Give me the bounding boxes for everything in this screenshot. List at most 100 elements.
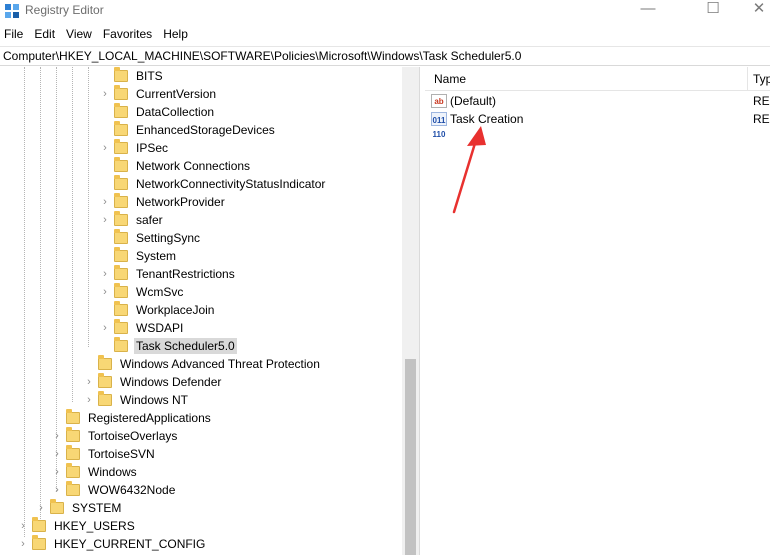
- chevron-right-icon: [100, 337, 110, 355]
- tree-item[interactable]: › WcmSvc: [100, 283, 185, 301]
- folder-icon: [114, 67, 128, 82]
- tree-item[interactable]: › NetworkProvider: [100, 193, 227, 211]
- chevron-right-icon[interactable]: ›: [100, 211, 110, 229]
- tree-item[interactable]: › TortoiseOverlays: [52, 427, 179, 445]
- value-row-task-creation[interactable]: 011 110 Task Creation: [431, 110, 524, 139]
- tree-item-label: WcmSvc: [136, 285, 184, 299]
- column-separator[interactable]: [747, 67, 748, 91]
- chevron-right-icon: [100, 121, 110, 139]
- values-list-pane[interactable]: Name Typ ab (Default) REG 011110 Task Cr…: [425, 67, 770, 555]
- tree-item[interactable]: WorkplaceJoin: [100, 301, 216, 319]
- chevron-right-icon[interactable]: ›: [100, 193, 110, 211]
- key-tree-pane[interactable]: BITS › CurrentVersion DataCollection Enhance…: [0, 67, 420, 555]
- menu-bar: File Edit View Favorites Help: [0, 25, 770, 45]
- tree-item[interactable]: System: [100, 247, 178, 265]
- minimize-button[interactable]: —: [625, 0, 671, 22]
- chevron-right-icon: [100, 247, 110, 265]
- folder-icon: [66, 409, 80, 424]
- menu-file[interactable]: File: [0, 25, 30, 45]
- tree-item-label: BITS: [136, 69, 163, 83]
- chevron-right-icon[interactable]: ›: [18, 535, 28, 553]
- folder-icon: [114, 265, 128, 280]
- value-name: (Default): [450, 94, 497, 108]
- chevron-right-icon: [100, 67, 110, 85]
- close-button[interactable]: ✕: [736, 0, 770, 22]
- chevron-right-icon[interactable]: ›: [18, 517, 28, 535]
- registry-editor-icon: [5, 4, 19, 18]
- chevron-right-icon: [52, 409, 62, 427]
- tree-item-label: NetworkConnectivityStatusIndicator: [136, 177, 326, 191]
- value-type: REG: [753, 94, 770, 108]
- value-name: Task Creation: [450, 112, 524, 126]
- chevron-right-icon[interactable]: ›: [100, 265, 110, 283]
- folder-icon: [32, 517, 46, 532]
- tree-item-label: HKEY_USERS: [54, 519, 135, 533]
- tree-item[interactable]: › HKEY_USERS: [18, 517, 137, 535]
- tree-item[interactable]: › WSDAPI: [100, 319, 185, 337]
- tree-scrollbar-thumb[interactable]: [405, 359, 416, 555]
- chevron-right-icon: [100, 301, 110, 319]
- menu-help[interactable]: Help: [159, 25, 195, 45]
- tree-item[interactable]: EnhancedStorageDevices: [100, 121, 277, 139]
- menu-favorites[interactable]: Favorites: [99, 25, 159, 45]
- chevron-right-icon[interactable]: ›: [100, 139, 110, 157]
- tree-item-label: HKEY_CURRENT_CONFIG: [54, 537, 206, 551]
- chevron-right-icon[interactable]: ›: [36, 499, 46, 517]
- folder-icon: [114, 175, 128, 190]
- tree-item[interactable]: BITS: [100, 67, 165, 85]
- tree-item-label: NetworkProvider: [136, 195, 225, 209]
- tree-item[interactable]: RegisteredApplications: [52, 409, 213, 427]
- chevron-right-icon: [100, 157, 110, 175]
- maximize-button[interactable]: ☐: [690, 0, 736, 22]
- tree-item[interactable]: › TortoiseSVN: [52, 445, 157, 463]
- pane-splitter[interactable]: [420, 67, 424, 555]
- tree-item-label: WSDAPI: [136, 321, 184, 335]
- tree-item[interactable]: › IPSec: [100, 139, 170, 157]
- column-header-type[interactable]: Typ: [753, 72, 770, 86]
- tree-item[interactable]: › CurrentVersion: [100, 85, 218, 103]
- tree-item[interactable]: Windows Advanced Threat Protection: [84, 355, 322, 373]
- chevron-right-icon[interactable]: ›: [52, 445, 62, 463]
- tree-item[interactable]: Network Connections: [100, 157, 252, 175]
- tree-item[interactable]: Task Scheduler5.0: [100, 337, 237, 355]
- menu-view[interactable]: View: [62, 25, 99, 45]
- chevron-right-icon[interactable]: ›: [52, 481, 62, 499]
- tree-item[interactable]: › Windows: [52, 463, 139, 481]
- tree-item-label: TortoiseOverlays: [88, 429, 178, 443]
- tree-item[interactable]: › HKEY_CURRENT_CONFIG: [18, 535, 207, 553]
- folder-icon: [32, 535, 46, 550]
- chevron-right-icon[interactable]: ›: [100, 283, 110, 301]
- value-row-default[interactable]: ab (Default): [431, 92, 496, 110]
- folder-icon: [114, 301, 128, 316]
- tree-item[interactable]: › TenantRestrictions: [100, 265, 237, 283]
- tree-item[interactable]: › SYSTEM: [36, 499, 123, 517]
- folder-icon: [66, 445, 80, 460]
- folder-icon: [114, 103, 128, 118]
- tree-item-label: IPSec: [136, 141, 169, 155]
- chevron-right-icon: [100, 103, 110, 121]
- chevron-right-icon[interactable]: ›: [52, 427, 62, 445]
- tree-item[interactable]: › safer: [100, 211, 165, 229]
- tree-item[interactable]: NetworkConnectivityStatusIndicator: [100, 175, 327, 193]
- chevron-right-icon[interactable]: ›: [100, 319, 110, 337]
- tree-item[interactable]: DataCollection: [100, 103, 216, 121]
- tree-item[interactable]: › Windows Defender: [84, 373, 223, 391]
- address-bar[interactable]: Computer\HKEY_LOCAL_MACHINE\SOFTWARE\Pol…: [0, 46, 770, 66]
- tree-item[interactable]: › WOW6432Node: [52, 481, 177, 499]
- menu-edit[interactable]: Edit: [30, 25, 62, 45]
- folder-icon: [114, 157, 128, 172]
- chevron-right-icon[interactable]: ›: [100, 85, 110, 103]
- tree-item-label: Windows Advanced Threat Protection: [120, 357, 320, 371]
- tree-scrollbar[interactable]: [402, 67, 419, 555]
- tree-item-label: safer: [136, 213, 163, 227]
- chevron-right-icon[interactable]: ›: [52, 463, 62, 481]
- tree-item[interactable]: › Windows NT: [84, 391, 190, 409]
- address-path[interactable]: Computer\HKEY_LOCAL_MACHINE\SOFTWARE\Pol…: [3, 49, 521, 63]
- chevron-right-icon[interactable]: ›: [84, 391, 94, 409]
- tree-item[interactable]: SettingSync: [100, 229, 202, 247]
- column-header-name[interactable]: Name: [434, 72, 466, 86]
- string-value-icon: ab: [431, 94, 447, 108]
- chevron-right-icon: [100, 175, 110, 193]
- chevron-right-icon[interactable]: ›: [84, 373, 94, 391]
- folder-icon: [66, 427, 80, 442]
